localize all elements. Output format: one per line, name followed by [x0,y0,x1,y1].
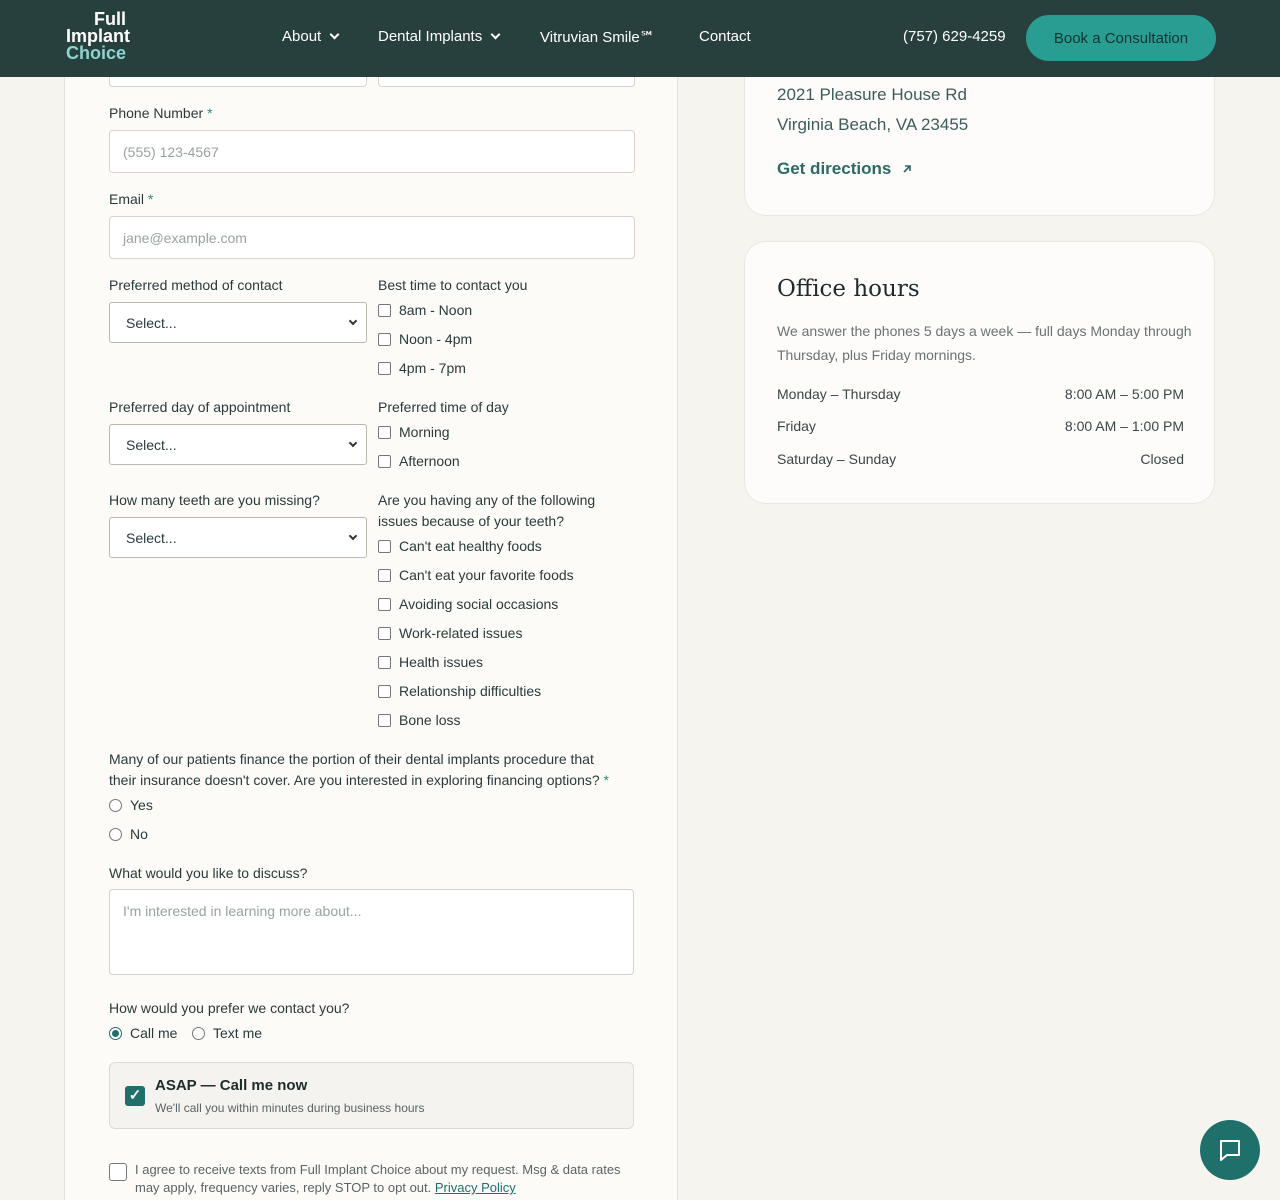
contact-method-label: Preferred method of contact [109,277,283,293]
phone-input[interactable]: (555) 123-4567 [109,130,635,173]
checkbox[interactable] [378,332,391,346]
financing-question: Many of our patients finance the portion… [109,751,609,788]
issue-option[interactable]: Can't eat your favorite foods [378,567,574,583]
address-street: 2021 Pleasure House Rd [777,85,967,104]
consent-checkbox[interactable] [109,1163,127,1181]
hours-card: Office hours We answer the phones 5 days… [744,241,1215,504]
directions-link[interactable]: Get directions [777,159,913,179]
discuss-textarea[interactable]: I'm interested in learning more about... [109,889,634,975]
discuss-label: What would you like to discuss? [109,865,308,881]
radio[interactable] [109,1026,122,1040]
chat-icon [1220,1140,1240,1161]
best-time-option[interactable]: Noon - 4pm [378,331,472,347]
pref-time-option[interactable]: Morning [378,424,450,440]
privacy-link[interactable]: Privacy Policy [435,1180,516,1195]
checkbox[interactable] [378,568,391,582]
checkbox[interactable] [378,425,391,439]
consent-text: I agree to receive texts from Full Impla… [135,1162,621,1195]
book-consultation-button[interactable]: Book a Consultation [1026,15,1216,61]
pref-time-option[interactable]: Afternoon [378,453,460,469]
checkbox[interactable] [378,655,391,669]
hours-title: Office hours [777,276,920,302]
address-city: Virginia Beach, VA 23455 [777,115,969,134]
issue-option[interactable]: Work-related issues [378,625,522,641]
email-input[interactable]: jane@example.com [109,216,635,259]
checkbox[interactable] [378,713,391,727]
best-time-option[interactable]: 4pm - 7pm [378,360,466,376]
arrow-up-right-icon [903,165,912,173]
issue-option[interactable]: Avoiding social occasions [378,596,558,612]
pref-time-label: Preferred time of day [378,399,509,415]
checkbox[interactable] [378,684,391,698]
site-header: Full Implant Choice About Dental Implant… [0,0,1280,77]
logo[interactable]: Full Implant Choice [66,10,130,62]
financing-no[interactable]: No [109,826,148,842]
header-phone[interactable]: (757) 629-4259 [903,28,1006,45]
prefer-label: How would you prefer we contact you? [109,1000,350,1016]
contact-method-select[interactable]: Select... [109,302,367,343]
pref-day-label: Preferred day of appointment [109,399,291,415]
nav-about[interactable]: About [282,28,340,45]
checkbox[interactable] [378,626,391,640]
best-time-option[interactable]: 8am - Noon [378,302,472,318]
radio[interactable] [192,1026,205,1040]
nav-vitruvian[interactable]: Vitruvian Smile℠ [540,28,655,46]
hours-description: We answer the phones 5 days a week — ful… [777,323,1192,363]
hours-row: Saturday – Sunday Closed [777,451,1184,467]
prefer-call[interactable]: Call me [109,1025,177,1041]
asap-subtitle: We'll call you within minutes during bus… [155,1101,425,1115]
hours-row: Friday 8:00 AM – 1:00 PM [777,418,1184,434]
lead-form: Phone Number * (555) 123-4567 Email * ja… [64,0,678,1200]
issue-option[interactable]: Relationship difficulties [378,683,541,699]
chevron-down-icon [490,29,501,40]
nav-contact[interactable]: Contact [699,28,751,45]
issue-option[interactable]: Health issues [378,654,483,670]
prefer-text[interactable]: Text me [192,1025,262,1041]
radio[interactable] [109,827,122,841]
teeth-label: How many teeth are you missing? [109,492,320,508]
chevron-down-icon [329,29,340,40]
teeth-select[interactable]: Select... [109,517,367,558]
check-icon[interactable]: ✓ [125,1086,145,1106]
pref-day-select[interactable]: Select... [109,424,367,465]
issue-option[interactable]: Can't eat healthy foods [378,538,542,554]
hours-row: Monday – Thursday 8:00 AM – 5:00 PM [777,386,1184,402]
email-label: Email * [109,191,154,207]
issue-option[interactable]: Bone loss [378,712,460,728]
checkbox[interactable] [378,303,391,317]
radio[interactable] [109,798,122,812]
checkbox[interactable] [378,454,391,468]
financing-yes[interactable]: Yes [109,797,153,813]
phone-label: Phone Number * [109,105,213,121]
chat-button[interactable] [1200,1120,1260,1180]
nav-dental-implants[interactable]: Dental Implants [378,28,501,45]
asap-title: ASAP — Call me now [155,1077,308,1094]
best-time-label: Best time to contact you [378,277,528,293]
issues-label: Are you having any of the following issue… [378,492,596,529]
asap-option[interactable]: ✓ ASAP — Call me now We'll call you with… [109,1062,634,1129]
checkbox[interactable] [378,597,391,611]
checkbox[interactable] [378,539,391,553]
checkbox[interactable] [378,361,391,375]
